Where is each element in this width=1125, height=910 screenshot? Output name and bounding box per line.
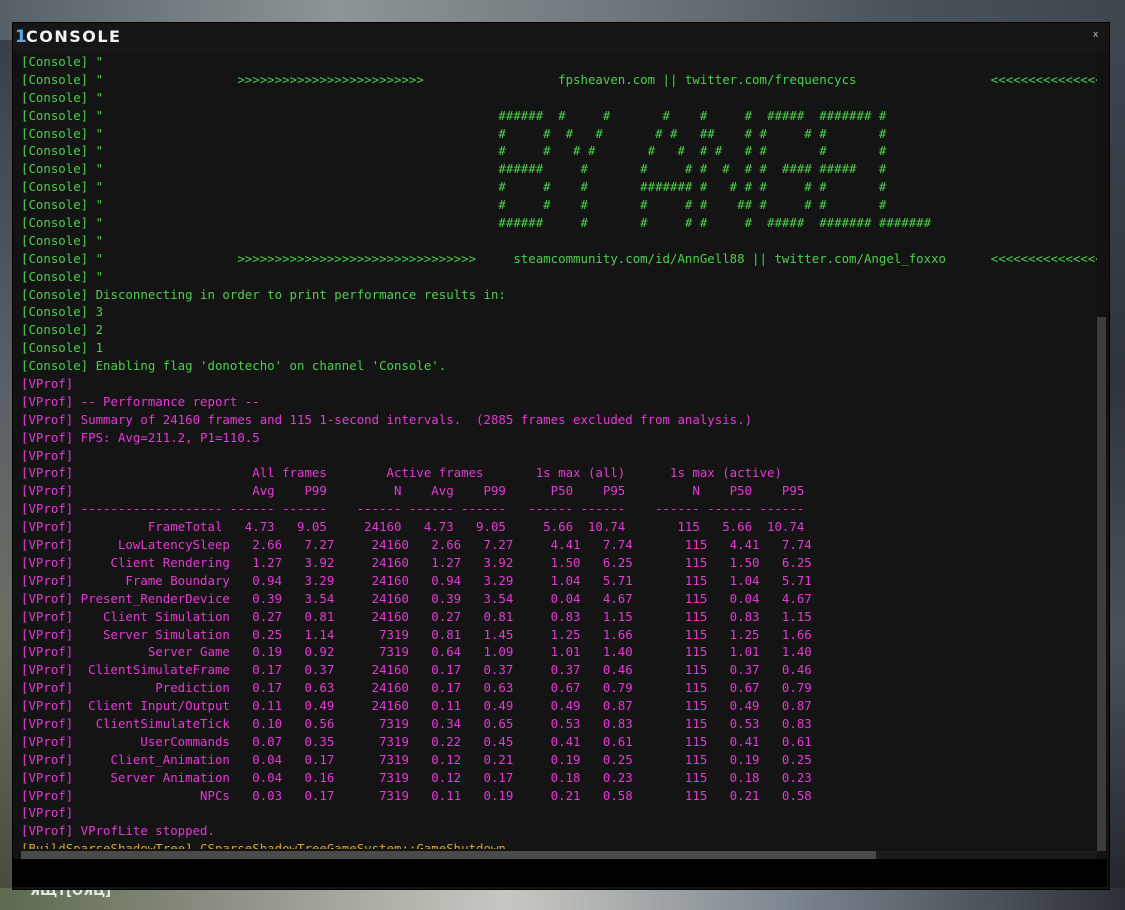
console-line: [Console] " <box>21 54 104 69</box>
console-line: [VProf] All frames Active frames 1s max … <box>21 465 782 481</box>
console-line: [VProf] FPS: Avg=211.2, P1=110.5 <box>21 429 260 445</box>
console-line: [Console] 2 <box>21 322 104 338</box>
console-line: [Console] " ###### # # # # # ##### #####… <box>21 215 932 231</box>
console-line: [VProf] Avg P99 N Avg P99 P50 P95 N P50 … <box>21 483 805 499</box>
console-line: [VProf] VProfLite stopped. <box>21 823 215 839</box>
console-window[interactable]: 1 CONSOLE x [Console] " [Console] " >>>>>… <box>12 22 1110 890</box>
console-line: [VProf] Client Input/Output 0.11 0.49 24… <box>21 698 812 714</box>
console-line: [VProf] ClientSimulateTick 0.10 0.56 731… <box>21 715 812 731</box>
horizontal-scrollbar-thumb[interactable] <box>21 851 876 859</box>
console-line: [VProf] Prediction 0.17 0.63 24160 0.17 … <box>21 680 812 696</box>
console-line: [VProf] Client_Animation 0.04 0.17 7319 … <box>21 751 812 767</box>
console-line: [Console] " ###### # # # # # ##### #####… <box>21 107 887 123</box>
console-line: [VProf] Present_RenderDevice 0.39 3.54 2… <box>21 590 812 606</box>
console-line: [Console] " <box>21 232 104 248</box>
console-line: [Console] " # # # # # # ## # # # # # <box>21 125 887 141</box>
window-title: CONSOLE <box>26 27 122 46</box>
console-line: [VProf] UserCommands 0.07 0.35 7319 0.22… <box>21 733 812 749</box>
console-line: [Console] " # # # ####### # # # # # # # <box>21 179 887 195</box>
console-line: [Console] " ###### # # # # # # # #### ##… <box>21 161 887 177</box>
console-line: [VProf] Frame Boundary 0.94 3.29 24160 0… <box>21 572 812 588</box>
console-output[interactable]: [Console] " [Console] " >>>>>>>>>>>>>>>>>… <box>21 53 1097 849</box>
console-line: [Console] " >>>>>>>>>>>>>>>>>>>>>>>>> fp… <box>21 71 1097 87</box>
console-line: [Console] " <box>21 89 104 105</box>
console-line: [VProf] <box>21 805 74 821</box>
console-line: [VProf] FrameTotal 4.73 9.05 24160 4.73 … <box>21 519 805 535</box>
console-line: [Console] Enabling flag 'donotecho' on c… <box>21 358 447 374</box>
command-input[interactable] <box>19 863 1103 885</box>
console-line: [Console] " # # # # # # ## # # # # <box>21 197 887 213</box>
console-line: [Console] " >>>>>>>>>>>>>>>>>>>>>>>>>>>>… <box>21 250 1097 266</box>
horizontal-scrollbar[interactable] <box>21 851 1097 859</box>
console-line: [VProf] Server Animation 0.04 0.16 7319 … <box>21 769 812 785</box>
console-line: [VProf] ------------------- ------ -----… <box>21 501 805 517</box>
console-line: [Console] " <box>21 268 104 284</box>
console-line: [BuildSparseShadowTree] CSparseShadowTre… <box>21 841 506 849</box>
game-background-bottom <box>0 888 1125 910</box>
console-line: [VProf] Client Simulation 0.27 0.81 2416… <box>21 608 812 624</box>
console-line: [Console] 3 <box>21 304 104 320</box>
console-line: [VProf] ClientSimulateFrame 0.17 0.37 24… <box>21 662 812 678</box>
console-line: [VProf] Client Rendering 1.27 3.92 24160… <box>21 554 812 570</box>
title-bar[interactable]: 1 CONSOLE x <box>13 23 1109 53</box>
console-line: [Console] Disconnecting in order to prin… <box>21 286 506 302</box>
console-line: [VProf] -- Performance report -- <box>21 393 260 409</box>
console-line: [Console] " # # # # # # # # # # # # <box>21 143 887 159</box>
console-line: [Console] 1 <box>21 340 104 356</box>
console-line: [VProf] <box>21 376 74 392</box>
console-line: [VProf] Summary of 24160 frames and 115 … <box>21 411 753 427</box>
console-line: [VProf] LowLatencySleep 2.66 7.27 24160 … <box>21 537 812 553</box>
console-line: [VProf] <box>21 447 74 463</box>
command-input-bar <box>13 859 1107 887</box>
vertical-scrollbar[interactable] <box>1097 317 1106 851</box>
console-line: [VProf] NPCs 0.03 0.17 7319 0.11 0.19 0.… <box>21 787 812 803</box>
console-line: [VProf] Server Game 0.19 0.92 7319 0.64 … <box>21 644 812 660</box>
close-icon[interactable]: x <box>1093 30 1098 40</box>
console-line: [VProf] Server Simulation 0.25 1.14 7319… <box>21 626 812 642</box>
